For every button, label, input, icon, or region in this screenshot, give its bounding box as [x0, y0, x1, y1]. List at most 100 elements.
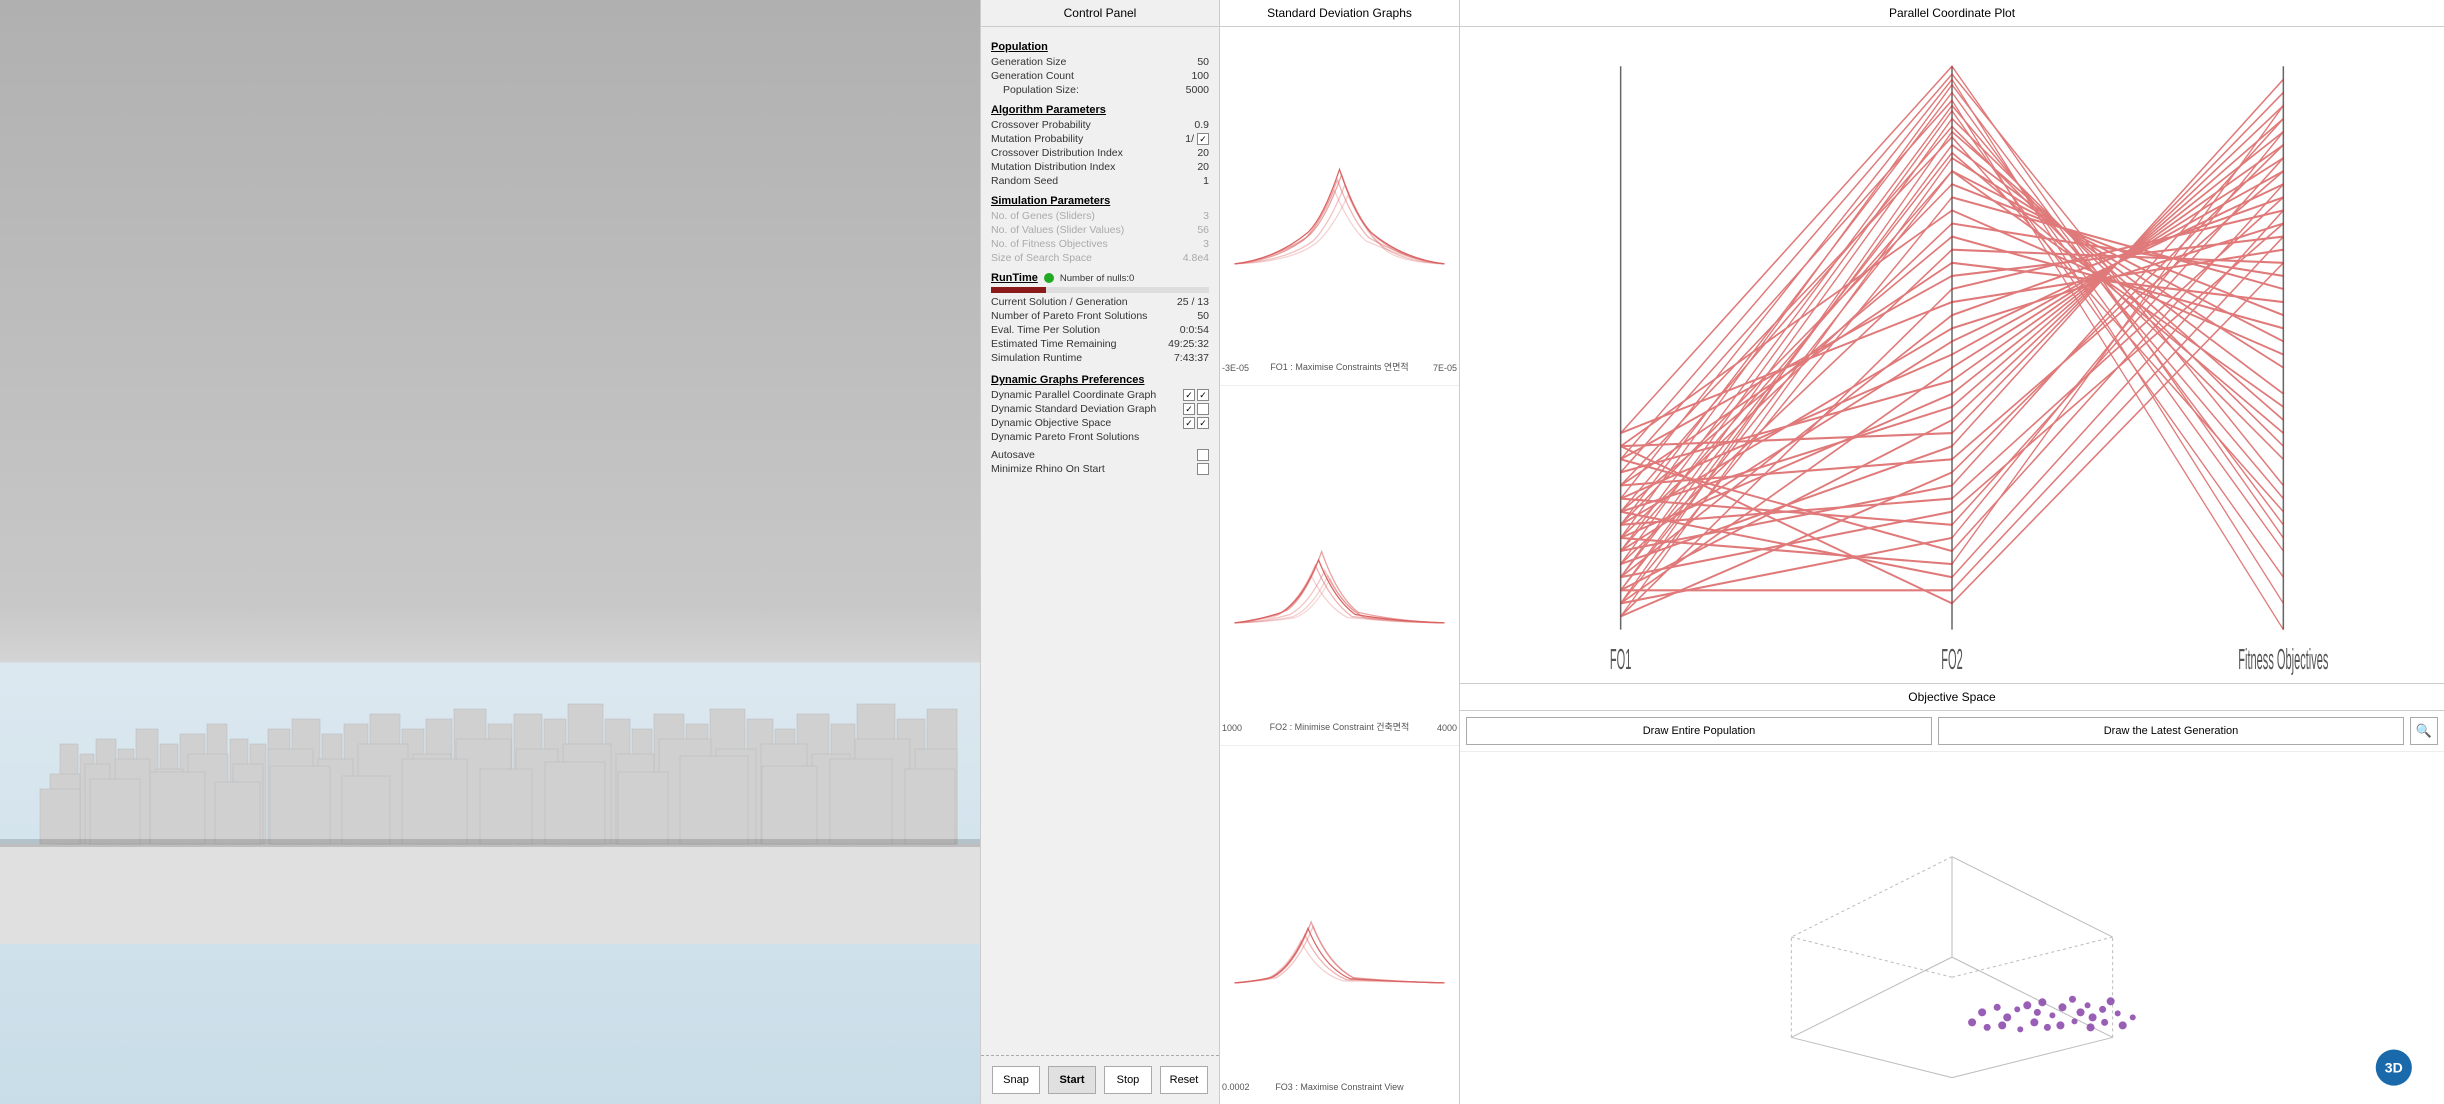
graph2-right-label: 4000: [1437, 723, 1457, 733]
control-panel-header: Control Panel: [981, 0, 1219, 27]
snap-button[interactable]: Snap: [992, 1066, 1040, 1094]
objective-space-pref-row: Dynamic Objective Space: [991, 417, 1209, 429]
eval-time-value: 0:0:54: [1180, 324, 1209, 336]
current-solution-value: 25 / 13: [1177, 296, 1209, 308]
bottom-buttons: Snap Start Stop Reset: [981, 1055, 1219, 1104]
mutation-prob-row: Mutation Probability 1/: [991, 133, 1209, 145]
pareto-front-pref-label: Dynamic Pareto Front Solutions: [991, 431, 1139, 443]
population-size-label: Population Size:: [1003, 84, 1079, 96]
search-button[interactable]: 🔍: [2410, 717, 2438, 745]
minimize-rhino-chk[interactable]: [1197, 463, 1209, 475]
right-panels: Parallel Coordinate Plot FO1 FO2 Fitness…: [1460, 0, 2444, 1104]
graph1-right-label: 7E-05: [1433, 363, 1457, 373]
dynamic-prefs-title: Dynamic Graphs Preferences: [991, 374, 1209, 386]
std-dev-content: -3E-05 7E-05 FO1 : Maximise Constraints …: [1220, 27, 1459, 1104]
runtime-green-dot: [1044, 273, 1054, 283]
crossover-prob-label: Crossover Probability: [991, 119, 1091, 131]
search-space-value: 4.8e4: [1183, 252, 1209, 264]
fitness-objectives-value: 3: [1203, 238, 1209, 250]
progress-bar-container: [991, 287, 1209, 293]
population-section-title: Population: [991, 41, 1209, 53]
std-graph-3: 0.0002 FO3 : Maximise Constraint View: [1220, 746, 1459, 1104]
parallel-coord-chk1[interactable]: [1183, 389, 1195, 401]
generation-size-value: 50: [1197, 56, 1209, 68]
std-graph-1: -3E-05 7E-05 FO1 : Maximise Constraints …: [1220, 27, 1459, 386]
runtime-section-title: RunTime: [991, 272, 1038, 284]
parallel-coord-panel: Parallel Coordinate Plot FO1 FO2 Fitness…: [1460, 0, 2444, 684]
objective-space-chk1[interactable]: [1183, 417, 1195, 429]
graph1-bottom-label: FO1 : Maximise Constraints 연면적: [1270, 360, 1408, 373]
std-dev-panel: Standard Deviation Graphs -3E-05 7E-05 F…: [1220, 0, 1460, 1104]
generation-size-row: Generation Size 50: [991, 56, 1209, 68]
objective-space-pref-label: Dynamic Objective Space: [991, 417, 1111, 429]
slider-values-row: No. of Values (Slider Values) 56: [991, 224, 1209, 236]
svg-text:Fitness Objectives: Fitness Objectives: [2238, 642, 2328, 675]
estimated-time-label: Estimated Time Remaining: [991, 338, 1116, 350]
draw-latest-button[interactable]: Draw the Latest Generation: [1938, 717, 2404, 745]
slider-values-value: 56: [1197, 224, 1209, 236]
generation-count-label: Generation Count: [991, 70, 1074, 82]
simulation-runtime-label: Simulation Runtime: [991, 352, 1082, 364]
mutation-dist-label: Mutation Distribution Index: [991, 161, 1115, 173]
parallel-coord-header: Parallel Coordinate Plot: [1460, 0, 2444, 27]
std-deviation-pref-label: Dynamic Standard Deviation Graph: [991, 403, 1156, 415]
pareto-solutions-row: Number of Pareto Front Solutions 50: [991, 310, 1209, 322]
control-panel: Control Panel Population Generation Size…: [980, 0, 1220, 1104]
current-solution-row: Current Solution / Generation 25 / 13: [991, 296, 1209, 308]
mutation-prob-value: 1/: [1185, 133, 1194, 145]
objective-space-header: Objective Space: [1460, 684, 2444, 711]
svg-text:FO2: FO2: [1941, 642, 1962, 675]
std-deviation-chk1[interactable]: [1183, 403, 1195, 415]
mutation-prob-checkbox[interactable]: [1197, 133, 1209, 145]
search-space-label: Size of Search Space: [991, 252, 1092, 264]
autosave-chk[interactable]: [1197, 449, 1209, 461]
fitness-objectives-row: No. of Fitness Objectives 3: [991, 238, 1209, 250]
autosave-row: Autosave: [991, 449, 1209, 461]
graph1-left-label: -3E-05: [1222, 363, 1249, 373]
svg-text:FO1: FO1: [1610, 642, 1631, 675]
random-seed-row: Random Seed 1: [991, 175, 1209, 187]
progress-bar-fill: [991, 287, 1046, 293]
draw-population-button[interactable]: Draw Entire Population: [1466, 717, 1932, 745]
graph3-bottom-label: FO3 : Maximise Constraint View: [1275, 1082, 1403, 1092]
crossover-dist-label: Crossover Distribution Index: [991, 147, 1123, 159]
search-space-row: Size of Search Space 4.8e4: [991, 252, 1209, 264]
minimize-rhino-label: Minimize Rhino On Start: [991, 463, 1105, 475]
std-graph-2: 1000 4000 FO2 : Minimise Constraint 건축면적: [1220, 386, 1459, 745]
pareto-front-pref-row: Dynamic Pareto Front Solutions: [991, 431, 1209, 443]
generation-count-value: 100: [1191, 70, 1209, 82]
std-deviation-chk2[interactable]: [1197, 403, 1209, 415]
slider-values-label: No. of Values (Slider Values): [991, 224, 1124, 236]
parallel-coord-chk2[interactable]: [1197, 389, 1209, 401]
objective-space-toolbar: Draw Entire Population Draw the Latest G…: [1460, 711, 2444, 752]
svg-text:3D: 3D: [2385, 1060, 2403, 1076]
pareto-solutions-value: 50: [1197, 310, 1209, 322]
start-button[interactable]: Start: [1048, 1066, 1096, 1094]
eval-time-label: Eval. Time Per Solution: [991, 324, 1100, 336]
stop-button[interactable]: Stop: [1104, 1066, 1152, 1094]
genes-row: No. of Genes (Sliders) 3: [991, 210, 1209, 222]
3d-viewport: [0, 0, 980, 1104]
estimated-time-value: 49:25:32: [1168, 338, 1209, 350]
parallel-coord-pref-label: Dynamic Parallel Coordinate Graph: [991, 389, 1156, 401]
buildings-svg: [0, 544, 980, 944]
objective-space-panel: Objective Space Draw Entire Population D…: [1460, 684, 2444, 1104]
std-dev-header: Standard Deviation Graphs: [1220, 0, 1459, 27]
control-panel-content: Population Generation Size 50 Generation…: [981, 27, 1219, 1055]
generation-size-label: Generation Size: [991, 56, 1066, 68]
population-size-value: 5000: [1186, 84, 1209, 96]
pareto-solutions-label: Number of Pareto Front Solutions: [991, 310, 1147, 322]
random-seed-value: 1: [1203, 175, 1209, 187]
simulation-runtime-value: 7:43:37: [1174, 352, 1209, 364]
reset-button[interactable]: Reset: [1160, 1066, 1208, 1094]
objective-space-chk2[interactable]: [1197, 417, 1209, 429]
simulation-section-title: Simulation Parameters: [991, 195, 1209, 207]
simulation-runtime-row: Simulation Runtime 7:43:37: [991, 352, 1209, 364]
estimated-time-row: Estimated Time Remaining 49:25:32: [991, 338, 1209, 350]
graph2-bottom-label: FO2 : Minimise Constraint 건축면적: [1270, 720, 1410, 733]
mutation-dist-row: Mutation Distribution Index 20: [991, 161, 1209, 173]
nulls-label: Number of nulls:0: [1060, 273, 1134, 284]
current-solution-label: Current Solution / Generation: [991, 296, 1128, 308]
objective-space-content: 3D: [1460, 752, 2444, 1102]
graph2-left-label: 1000: [1222, 723, 1242, 733]
